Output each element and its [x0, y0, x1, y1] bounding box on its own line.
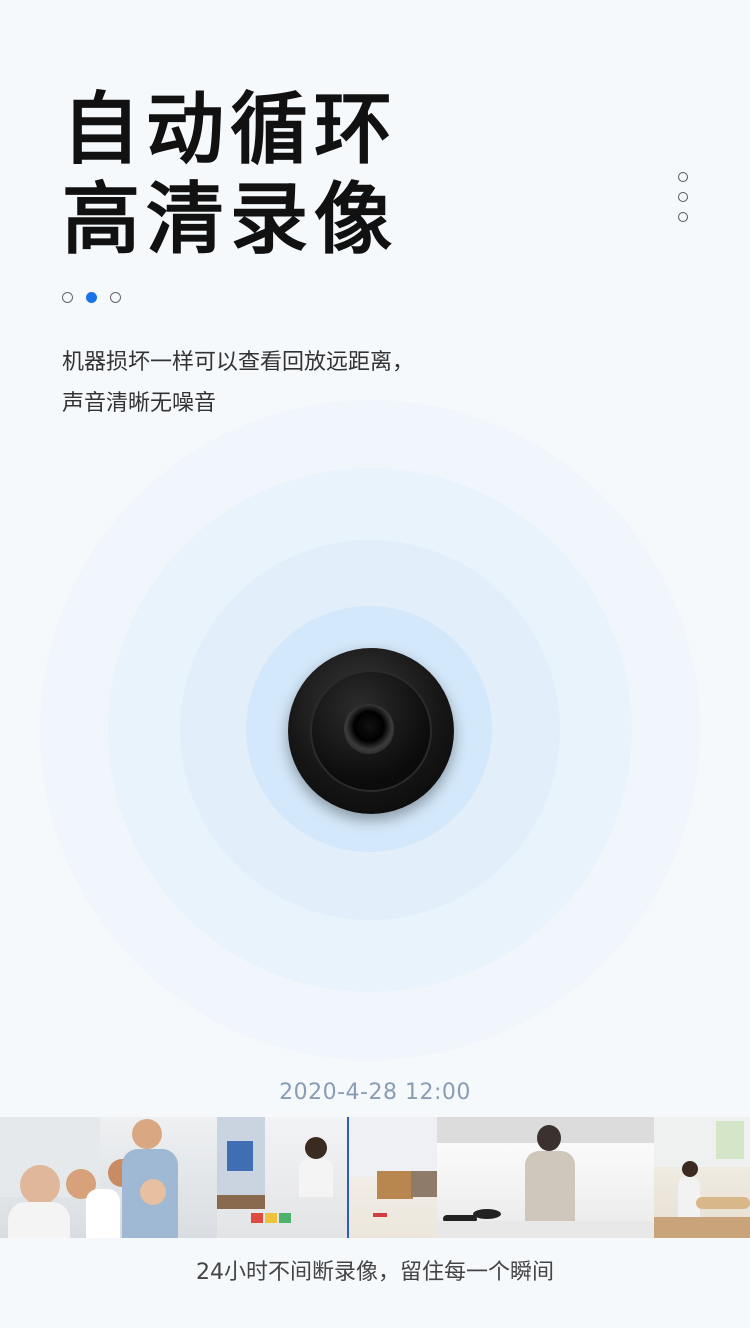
headline-line-1: 自动循环 — [62, 85, 399, 175]
recording-footage-strip — [0, 1117, 750, 1238]
pager-dot-1[interactable] — [62, 292, 73, 303]
child-playing-panel — [217, 1117, 348, 1238]
camera-lens-icon — [344, 704, 394, 754]
pager-dots — [62, 292, 121, 303]
camera-product-image — [288, 648, 454, 814]
headline-line-2: 高清录像 — [62, 175, 399, 265]
description-line-1: 机器损坏一样可以查看回放远距离， — [62, 350, 415, 375]
child-room-panel — [349, 1117, 437, 1238]
dot-icon — [678, 192, 688, 202]
kitchen-cooking-panel — [436, 1117, 655, 1238]
vertical-dots-decoration — [678, 172, 690, 232]
dot-icon — [678, 212, 688, 222]
pager-dot-3[interactable] — [110, 292, 121, 303]
recording-caption: 24小时不间断录像，留住每一个瞬间 — [196, 1260, 554, 1285]
recording-timestamp: 2020-4-28 12:00 — [279, 1080, 471, 1105]
family-photo-panel — [0, 1117, 218, 1238]
dining-room-panel — [654, 1117, 750, 1238]
product-detail-page: 自动循环 高清录像 机器损坏一样可以查看回放远距离， 声音清晰无噪音 2020-… — [0, 0, 750, 1328]
dot-icon — [678, 172, 688, 182]
pager-dot-2-active[interactable] — [86, 292, 97, 303]
